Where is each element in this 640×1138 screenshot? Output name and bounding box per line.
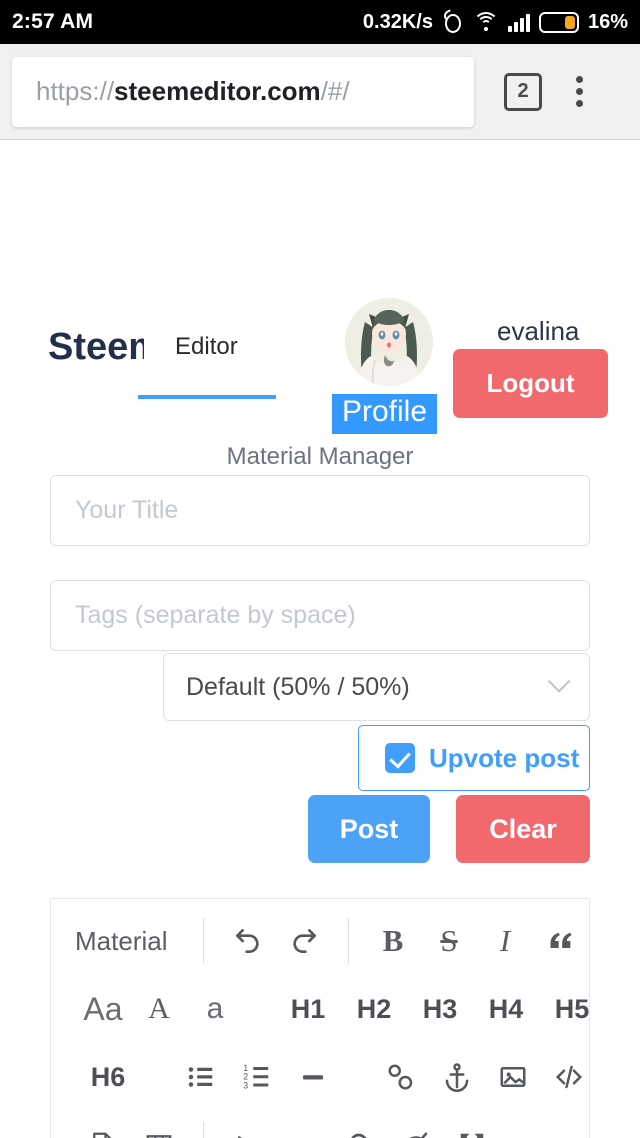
toolbar-row-4 — [51, 1111, 589, 1138]
rotation-icon — [441, 9, 464, 34]
upvote-checkbox-row[interactable]: Upvote post — [358, 725, 590, 791]
profile-link[interactable]: Profile — [332, 394, 438, 434]
browser-toolbar: https://steemeditor.com/#/ 2 — [0, 44, 640, 140]
anchor-icon[interactable] — [429, 1051, 485, 1103]
horizontal-rule-icon[interactable] — [285, 1051, 341, 1103]
font-family-button[interactable]: A — [131, 983, 187, 1035]
redo-icon[interactable] — [276, 915, 332, 967]
ordered-list-icon[interactable]: 1 2 3 — [229, 1051, 285, 1103]
toolbar-row-1: Material B S I — [51, 907, 589, 975]
undo-icon[interactable] — [220, 915, 276, 967]
bullet-list-icon[interactable] — [173, 1051, 229, 1103]
material-manager-label[interactable]: Material Manager — [0, 443, 640, 471]
inline-code-icon[interactable] — [541, 1051, 597, 1103]
url-scheme: https:// — [36, 76, 115, 106]
heading-6-button[interactable]: H6 — [75, 1051, 141, 1103]
svg-text:3: 3 — [243, 1080, 248, 1090]
quote-button[interactable] — [533, 915, 589, 967]
heading-5-button[interactable]: H5 — [539, 983, 605, 1035]
editor-toolbar: Material B S I Aa A a H1 H2 H3 H4 H5 H6 … — [51, 899, 589, 1138]
battery-percent: 16% — [587, 10, 628, 33]
table-icon[interactable] — [131, 1119, 187, 1138]
tab-editor[interactable]: Editor — [175, 333, 238, 361]
italic-button[interactable]: I — [477, 915, 533, 967]
page-content: Steem Editor Pr — [0, 140, 640, 1138]
reward-select[interactable]: Default (50% / 50%) — [163, 653, 590, 721]
kebab-menu-icon[interactable] — [576, 76, 583, 107]
heading-3-button[interactable]: H3 — [407, 983, 473, 1035]
avatar[interactable] — [345, 298, 433, 386]
markdown-editor-panel: Material B S I Aa A a H1 H2 H3 H4 H5 H6 … — [50, 898, 590, 1138]
heading-1-button[interactable]: H1 — [275, 983, 341, 1035]
battery-icon — [538, 11, 579, 33]
wifi-icon — [472, 11, 499, 33]
material-button[interactable]: Material — [75, 915, 167, 967]
tab-active-indicator — [138, 395, 276, 399]
toolbar-row-2: Aa A a H1 H2 H3 H4 H5 — [51, 975, 589, 1043]
toolbar-separator — [203, 918, 205, 964]
reward-select-value: Default (50% / 50%) — [186, 672, 410, 701]
toolbar-separator — [348, 918, 349, 964]
bold-button[interactable]: B — [365, 915, 421, 967]
link-icon[interactable] — [373, 1051, 429, 1103]
upvote-label: Upvote post — [429, 742, 580, 773]
site-logo[interactable]: Steem — [48, 326, 144, 369]
clear-button[interactable]: Clear — [456, 795, 590, 863]
font-size-large-button[interactable]: Aa — [75, 983, 131, 1035]
image-icon[interactable] — [485, 1051, 541, 1103]
eraser-icon[interactable] — [276, 1119, 332, 1138]
username-label: evalina — [497, 316, 580, 346]
user-avatar-icon — [345, 298, 433, 386]
fullscreen-icon[interactable] — [444, 1119, 500, 1138]
preview-off-icon[interactable] — [388, 1119, 444, 1138]
tags-input[interactable] — [50, 580, 590, 651]
toolbar-separator — [203, 1122, 204, 1138]
strikethrough-button[interactable]: S — [421, 915, 477, 967]
url-host: steemeditor.com — [114, 76, 321, 106]
status-time: 2:57 AM — [12, 10, 94, 33]
heading-2-button[interactable]: H2 — [341, 983, 407, 1035]
post-button[interactable]: Post — [308, 795, 430, 863]
status-icons: 0.32K/s 16% — [362, 9, 628, 34]
cellular-signal-icon — [507, 12, 530, 32]
url-path: /#/ — [320, 76, 350, 106]
terminal-icon[interactable] — [220, 1119, 276, 1138]
search-icon[interactable] — [332, 1119, 388, 1138]
status-bar: 2:57 AM 0.32K/s 16% — [0, 0, 640, 44]
heading-4-button[interactable]: H4 — [473, 983, 539, 1035]
chevron-down-icon — [547, 670, 571, 693]
title-input[interactable] — [50, 475, 590, 546]
tab-count-button[interactable]: 2 — [504, 72, 542, 111]
toolbar-row-3: H6 1 2 3 — [51, 1043, 589, 1111]
font-size-small-button[interactable]: a — [187, 983, 243, 1035]
network-speed: 0.32K/s — [362, 10, 433, 33]
upvote-checkbox[interactable] — [385, 743, 415, 773]
logout-button[interactable]: Logout — [453, 349, 608, 418]
address-bar[interactable]: https://steemeditor.com/#/ — [12, 56, 474, 127]
code-block-icon[interactable] — [75, 1119, 131, 1138]
